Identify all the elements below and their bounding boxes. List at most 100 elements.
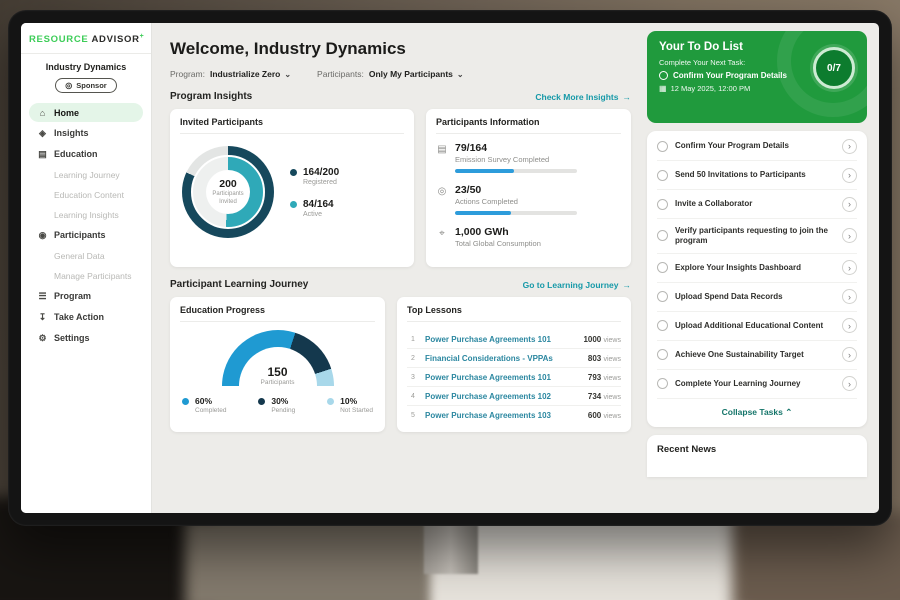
task-checkbox[interactable] bbox=[657, 291, 668, 302]
task-open-button[interactable]: › bbox=[842, 318, 857, 333]
todo-progress-value: 0/7 bbox=[827, 63, 841, 74]
invited-participants-card: Invited Participants 200 Participants In… bbox=[170, 109, 414, 267]
sidebar-item[interactable]: ⌂ Home bbox=[29, 103, 143, 122]
education-total: 150 bbox=[222, 365, 334, 379]
page-title: Welcome, Industry Dynamics bbox=[170, 39, 631, 59]
location-icon: ⌖ bbox=[436, 228, 448, 248]
program-select[interactable]: Industrialize Zero ⌄ bbox=[210, 69, 291, 79]
gear-icon: ⚙ bbox=[37, 333, 48, 344]
sidebar-item-label: Education Content bbox=[54, 190, 124, 200]
task-row[interactable]: Send 50 Invitations to Participants › bbox=[657, 161, 857, 190]
registered-label: Registered bbox=[303, 179, 339, 186]
registered-dot bbox=[290, 169, 297, 176]
task-row[interactable]: Invite a Collaborator › bbox=[657, 190, 857, 219]
sidebar-item[interactable]: Manage Participants bbox=[29, 266, 143, 285]
consumption-value: 1,000 GWh bbox=[455, 226, 541, 238]
sidebar-item[interactable]: ▤ Education bbox=[29, 144, 143, 164]
tasks-list: Confirm Your Program Details › Send 50 I… bbox=[657, 132, 857, 399]
sidebar-item[interactable]: ◈ Insights bbox=[29, 123, 143, 143]
sidebar-item[interactable]: ☰ Program bbox=[29, 286, 143, 306]
education-gauge-center: 150 Participants bbox=[222, 365, 334, 386]
lesson-row[interactable]: 5 Power Purchase Agreements 103 600 view… bbox=[407, 406, 621, 424]
sidebar-item-label: Settings bbox=[54, 333, 90, 343]
task-open-button[interactable]: › bbox=[842, 168, 857, 183]
filters-bar: Program: Industrialize Zero ⌄ Participan… bbox=[170, 69, 631, 79]
actions-completed-bar bbox=[455, 211, 577, 215]
journey-cards-row: Education Progress 150 Participants bbox=[170, 297, 631, 432]
lesson-rank: 3 bbox=[407, 374, 419, 381]
lesson-row[interactable]: 1 Power Purchase Agreements 101 1000 vie… bbox=[407, 330, 621, 349]
sidebar-item[interactable]: General Data bbox=[29, 246, 143, 265]
todo-progress-ring: 0/7 bbox=[813, 47, 855, 89]
lesson-link[interactable]: Power Purchase Agreements 102 bbox=[425, 392, 582, 401]
lesson-row[interactable]: 3 Power Purchase Agreements 101 793 view… bbox=[407, 368, 621, 387]
lesson-row[interactable]: 2 Financial Considerations - VPPAs 803 v… bbox=[407, 349, 621, 368]
task-open-button[interactable]: › bbox=[842, 228, 857, 243]
go-to-learning-journey-link[interactable]: Go to Learning Journey → bbox=[523, 280, 631, 290]
chevron-right-icon: › bbox=[848, 141, 851, 151]
task-row[interactable]: Upload Additional Educational Content › bbox=[657, 312, 857, 341]
monitor: RESOURCE ADVISOR+ Industry Dynamics ◎ Sp… bbox=[8, 10, 892, 526]
education-card-title: Education Progress bbox=[180, 305, 375, 322]
sidebar-item[interactable]: ↧ Take Action bbox=[29, 307, 143, 327]
task-open-button[interactable]: › bbox=[842, 347, 857, 362]
actions-completed-stat: ◎ 23/50 Actions Completed bbox=[436, 184, 621, 215]
sponsor-badge[interactable]: ◎ Sponsor bbox=[55, 78, 116, 93]
task-checkbox[interactable] bbox=[657, 320, 668, 331]
lesson-views: 793 views bbox=[588, 373, 621, 382]
task-open-button[interactable]: › bbox=[842, 260, 857, 275]
task-row[interactable]: Confirm Your Program Details › bbox=[657, 132, 857, 161]
task-row[interactable]: Verify participants requesting to join t… bbox=[657, 219, 857, 254]
download-icon: ↧ bbox=[37, 312, 48, 323]
due-date-text: 12 May 2025, 12:00 PM bbox=[671, 84, 751, 93]
top-lessons-card: Top Lessons 1 Power Purchase Agreements … bbox=[397, 297, 631, 432]
active-value: 84/164 bbox=[303, 199, 334, 210]
lesson-link[interactable]: Power Purchase Agreements 101 bbox=[425, 335, 577, 344]
sidebar-item[interactable]: ⚙ Settings bbox=[29, 328, 143, 348]
emission-survey-stat: ▤ 79/164 Emission Survey Completed bbox=[436, 142, 621, 173]
active-label: Active bbox=[303, 211, 334, 218]
sidebar-item[interactable]: Education Content bbox=[29, 185, 143, 204]
program-insights-header: Program Insights Check More Insights → bbox=[170, 91, 631, 102]
sidebar-item[interactable]: Learning Insights bbox=[29, 205, 143, 224]
lesson-row[interactable]: 4 Power Purchase Agreements 102 734 view… bbox=[407, 387, 621, 406]
check-more-insights-link[interactable]: Check More Insights → bbox=[535, 92, 631, 102]
sidebar-item-label: Program bbox=[54, 291, 91, 301]
registered-value: 164/200 bbox=[303, 167, 339, 178]
task-label: Upload Additional Educational Content bbox=[675, 321, 835, 331]
task-open-button[interactable]: › bbox=[842, 139, 857, 154]
task-checkbox[interactable] bbox=[657, 262, 668, 273]
task-checkbox[interactable] bbox=[657, 199, 668, 210]
task-row[interactable]: Upload Spend Data Records › bbox=[657, 283, 857, 312]
task-row[interactable]: Explore Your Insights Dashboard › bbox=[657, 254, 857, 283]
sidebar-item-label: Take Action bbox=[54, 312, 104, 322]
sidebar-item-label: General Data bbox=[54, 251, 105, 261]
task-checkbox[interactable] bbox=[657, 230, 668, 241]
participants-select[interactable]: Only My Participants ⌄ bbox=[369, 69, 464, 79]
next-task-label: Confirm Your Program Details bbox=[673, 71, 787, 80]
task-row[interactable]: Achieve One Sustainability Target › bbox=[657, 341, 857, 370]
completed-label: Completed bbox=[195, 407, 226, 414]
task-checkbox[interactable] bbox=[657, 378, 668, 389]
task-checkbox[interactable] bbox=[657, 349, 668, 360]
learning-journey-header: Participant Learning Journey Go to Learn… bbox=[170, 279, 631, 290]
sidebar-item[interactable]: Learning Journey bbox=[29, 165, 143, 184]
chevron-right-icon: › bbox=[848, 263, 851, 273]
collapse-tasks-link[interactable]: Collapse Tasks ⌃ bbox=[657, 399, 857, 427]
task-open-button[interactable]: › bbox=[842, 289, 857, 304]
lesson-link[interactable]: Power Purchase Agreements 103 bbox=[425, 411, 582, 420]
lesson-link[interactable]: Power Purchase Agreements 101 bbox=[425, 373, 582, 382]
lesson-rank: 4 bbox=[407, 393, 419, 400]
next-task-checkbox[interactable] bbox=[659, 71, 668, 80]
participants-filter-label: Participants: bbox=[317, 69, 364, 79]
task-row[interactable]: Complete Your Learning Journey › bbox=[657, 370, 857, 399]
home-icon: ⌂ bbox=[37, 108, 48, 118]
task-open-button[interactable]: › bbox=[842, 197, 857, 212]
sidebar-item[interactable]: ◉ Participants bbox=[29, 225, 143, 245]
task-checkbox[interactable] bbox=[657, 141, 668, 152]
sponsor-label: Sponsor bbox=[76, 81, 106, 90]
participants-information-card: Participants Information ▤ 79/164 Emissi… bbox=[426, 109, 631, 267]
task-open-button[interactable]: › bbox=[842, 376, 857, 391]
lesson-link[interactable]: Financial Considerations - VPPAs bbox=[425, 354, 582, 363]
task-checkbox[interactable] bbox=[657, 170, 668, 181]
